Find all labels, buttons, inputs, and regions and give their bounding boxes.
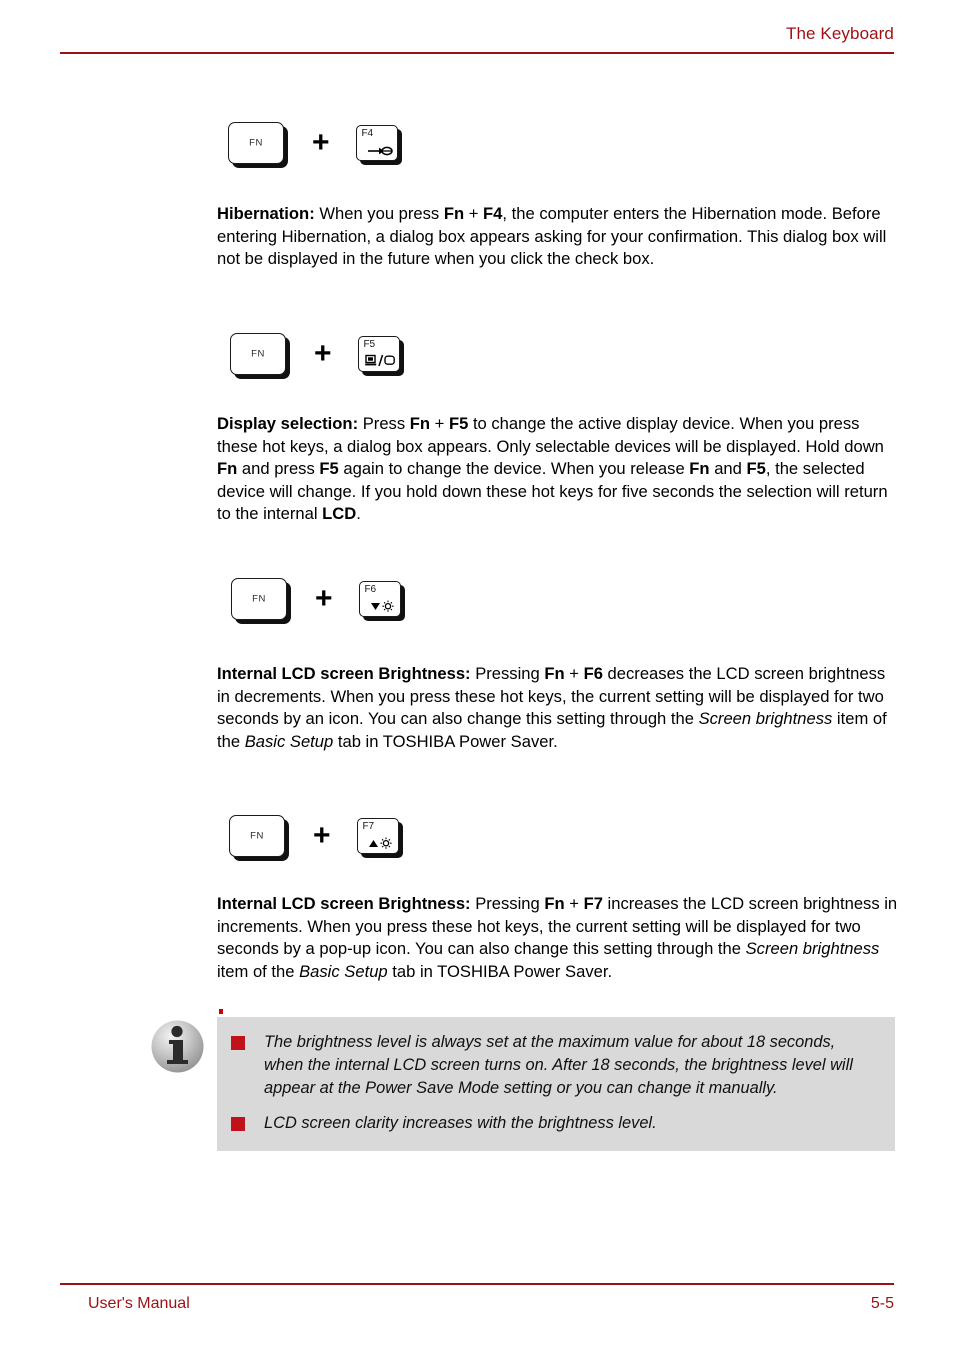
fn-key-label: FN <box>251 348 265 360</box>
brightness-down-triangle-sun-icon <box>370 598 396 613</box>
bullet-icon <box>231 1117 245 1131</box>
fn-key-label: FN <box>250 830 264 842</box>
plus-sign-f5: + <box>314 337 332 370</box>
page-footer: User's Manual 5-5 <box>60 1283 894 1323</box>
fn-key-f5: FN <box>230 333 286 375</box>
function-key-f7: F7 <box>356 818 399 854</box>
header-divider <box>60 52 894 54</box>
brightness-up-triangle-sun-icon <box>368 835 394 850</box>
key-combo-f4: FN + F4 <box>228 122 398 164</box>
function-key-f4: F4 <box>355 125 398 161</box>
bullet-icon <box>231 1036 245 1050</box>
plus-sign-f7: + <box>313 819 331 852</box>
key-combo-f5: FN + F5 <box>230 333 400 375</box>
note-box: The brightness level is always set at th… <box>217 1017 895 1151</box>
note-item-text: LCD screen clarity increases with the br… <box>264 1114 657 1132</box>
page-header-title: The Keyboard <box>786 24 894 43</box>
paragraph-hibernation: Hibernation: When you press Fn + F4, the… <box>217 204 887 269</box>
paragraph-brightness-up: Internal LCD screen Brightness: Pressing… <box>217 894 898 981</box>
page-header: The Keyboard <box>60 24 894 56</box>
function-key-label: F7 <box>362 821 374 832</box>
paragraph-brightness-down: Internal LCD screen Brightness: Pressing… <box>217 664 887 751</box>
function-key-label: F5 <box>363 339 375 350</box>
note-marker-dot <box>219 1009 223 1014</box>
function-key-f6: F6 <box>358 581 401 617</box>
note-item-text: The brightness level is always set at th… <box>264 1033 853 1097</box>
note-item: LCD screen clarity increases with the br… <box>217 1112 895 1135</box>
function-key-f5: F5 <box>357 336 400 372</box>
footer-page-number: 5-5 <box>870 1295 894 1312</box>
display-selection-monitor-slash-panel-icon <box>364 353 395 368</box>
fn-key-label: FN <box>249 137 263 149</box>
key-combo-f6: FN + F6 <box>231 578 401 620</box>
key-combo-f7: FN + F7 <box>229 815 399 857</box>
fn-key-f4: FN <box>228 122 284 164</box>
footer-manual-label: User's Manual <box>88 1295 190 1312</box>
hibernation-arrow-into-disk-icon <box>367 142 393 157</box>
plus-sign-f6: + <box>315 582 333 615</box>
plus-sign-f4: + <box>312 126 330 159</box>
paragraph-display-selection: Display selection: Press Fn + F5 to chan… <box>217 414 888 524</box>
function-key-label: F6 <box>364 584 376 595</box>
fn-key-label: FN <box>252 593 266 605</box>
footer-divider <box>60 1283 894 1285</box>
note-item: The brightness level is always set at th… <box>217 1031 895 1100</box>
info-icon <box>150 1019 205 1074</box>
fn-key-f7: FN <box>229 815 285 857</box>
function-key-label: F4 <box>361 128 373 139</box>
fn-key-f6: FN <box>231 578 287 620</box>
